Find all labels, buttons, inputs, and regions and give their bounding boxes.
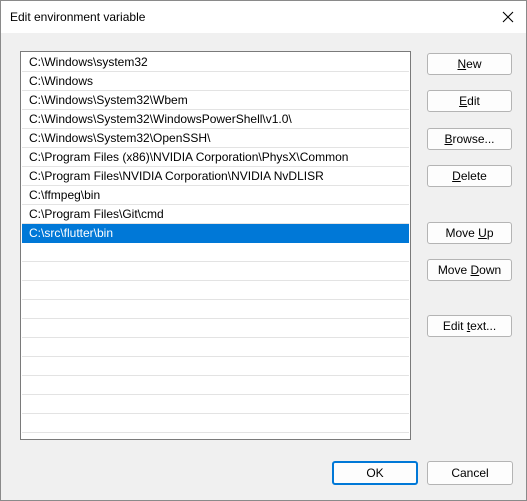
list-item[interactable]: C:\Windows\System32\Wbem	[22, 91, 409, 110]
delete-button[interactable]: Delete	[427, 165, 512, 187]
list-item[interactable]: C:\Program Files\Git\cmd	[22, 205, 409, 224]
path-list[interactable]: C:\Windows\system32 C:\Windows C:\Windows\…	[20, 51, 411, 440]
list-item[interactable]	[22, 243, 409, 262]
list-item[interactable]: C:\Windows	[22, 72, 409, 91]
move-down-button[interactable]: Move Down	[427, 259, 512, 281]
list-item[interactable]: C:\Program Files (x86)\NVIDIA Corporatio…	[22, 148, 409, 167]
list-item[interactable]	[22, 319, 409, 338]
move-up-button[interactable]: Move Up	[427, 222, 512, 244]
list-item[interactable]: C:\Program Files\NVIDIA Corporation\NVID…	[22, 167, 409, 186]
edit-button[interactable]: Edit	[427, 90, 512, 112]
new-button[interactable]: New	[427, 53, 512, 75]
list-item[interactable]: C:\src\flutter\bin	[22, 224, 409, 243]
edit-environment-variable-dialog: Edit environment variable C:\Windows\sys…	[0, 0, 527, 501]
list-item[interactable]: C:\ffmpeg\bin	[22, 186, 409, 205]
browse-button[interactable]: Browse...	[427, 128, 512, 150]
list-item[interactable]	[22, 281, 409, 300]
list-item[interactable]	[22, 338, 409, 357]
list-item[interactable]	[22, 395, 409, 414]
list-item[interactable]: C:\Windows\System32\OpenSSH\	[22, 129, 409, 148]
title-bar: Edit environment variable	[1, 1, 526, 33]
close-button[interactable]	[498, 7, 518, 27]
edit-text-button[interactable]: Edit text...	[427, 315, 512, 337]
dialog-title: Edit environment variable	[10, 10, 146, 24]
cancel-button[interactable]: Cancel	[427, 461, 513, 485]
ok-button[interactable]: OK	[332, 461, 418, 485]
list-item[interactable]: C:\Windows\System32\WindowsPowerShell\v1…	[22, 110, 409, 129]
list-item[interactable]: C:\Windows\system32	[22, 53, 409, 72]
list-item[interactable]	[22, 262, 409, 281]
list-item[interactable]	[22, 376, 409, 395]
list-item[interactable]	[22, 300, 409, 319]
list-item[interactable]	[22, 357, 409, 376]
close-icon	[502, 11, 514, 23]
list-item[interactable]	[22, 414, 409, 433]
